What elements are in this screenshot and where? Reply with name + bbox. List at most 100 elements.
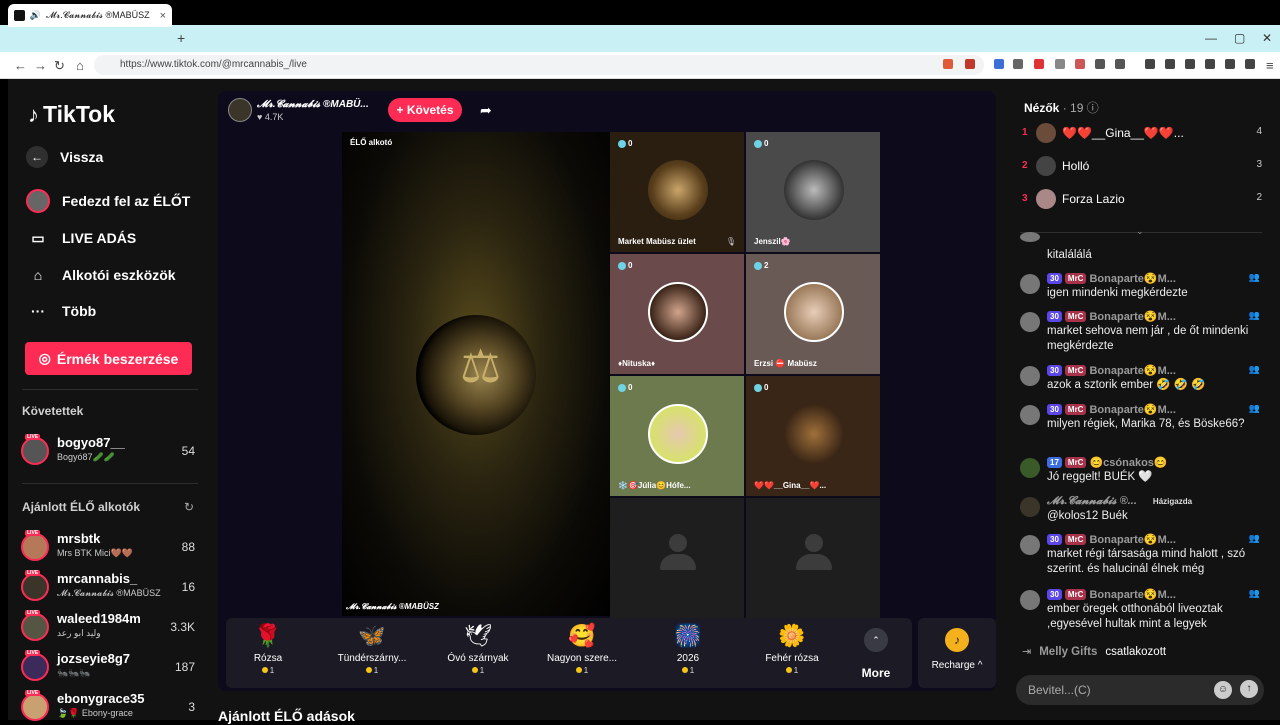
media-icon[interactable] [1165, 59, 1175, 69]
viewer-score: 2 [1256, 192, 1262, 203]
avatar [21, 653, 49, 681]
follow-button[interactable]: + Követés [388, 98, 462, 122]
url-field[interactable]: https://www.tiktok.com/@mrcannabis_/live [94, 55, 984, 75]
forward-arrow-icon[interactable]: → [34, 58, 47, 73]
avatar [21, 573, 49, 601]
send-icon[interactable]: ↑ [1240, 680, 1258, 698]
nav-go-live[interactable]: ▭ LIVE ADÁS [26, 226, 136, 250]
divider [22, 389, 198, 390]
guest-tile[interactable]: 2 Erzsi ⛔ Mabüsz [746, 254, 880, 374]
live-badge: LIVE [25, 434, 41, 440]
top-viewer-row[interactable]: 2 Holló 3 [1022, 155, 1266, 179]
close-window-icon[interactable]: ✕ [1262, 31, 1272, 45]
chat-tags: 30 MrC Bonaparte😵M... [1047, 272, 1261, 285]
share-icon[interactable]: ➦ [480, 102, 492, 119]
empty-guest-slot[interactable] [610, 498, 744, 618]
coin-icon: ♪ [945, 628, 969, 652]
mic-user-icon: 👥 [1248, 272, 1260, 282]
expand-chevron-icon[interactable]: ⌄ [1136, 226, 1144, 237]
puzzle-icon[interactable] [1095, 59, 1105, 69]
suggested-item[interactable]: LIVE jozseyie8g7 🐜🐜🐜 187 [21, 650, 197, 685]
top-viewer-row[interactable]: 3 Forza Lazio 2 [1022, 188, 1266, 212]
host-avatar[interactable] [228, 98, 252, 122]
screenshot-icon[interactable] [1115, 59, 1125, 69]
chat-message[interactable]: 𝓜𝓻.𝓒𝓪𝓷𝓷𝓪𝓫𝓲𝓼 ®... Házigazda @kolos12 Buék [1020, 495, 1268, 525]
creator-nickname: Mrs BTK Mici🤎🤎 [57, 548, 133, 558]
sidebar-icon[interactable] [1185, 59, 1195, 69]
reload-icon[interactable]: ↻ [54, 58, 65, 74]
tab-close-icon[interactable]: × [160, 10, 166, 22]
avatar [1020, 232, 1040, 242]
chat-message[interactable]: 30 MrC Bonaparte😵M... 👥 market sehova nem … [1020, 310, 1268, 354]
chat-message[interactable]: 17 MrC 😊csónakos😊 Jó reggelt! BUÉK 🤍 [1020, 456, 1268, 486]
guest-tile[interactable]: 0 Market Mabüsz üzlet 🎙 [610, 132, 744, 252]
following-item[interactable]: LIVE bogyo87__ Bogyó87🥒🥒 54 [21, 434, 197, 469]
refresh-icon[interactable]: ↻ [184, 500, 194, 514]
maximize-icon[interactable]: ▢ [1234, 31, 1245, 45]
suggested-item[interactable]: LIVE mrcannabis_ 𝓜𝓻.𝓒𝓪𝓷𝓷𝓪𝓫𝓲𝓼 ®MABÜSZ 16 [21, 570, 197, 605]
nav-creator-tools[interactable]: ⌂ Alkotói eszközök [26, 263, 176, 287]
love-face-icon: 🥰 [568, 623, 596, 648]
back-arrow-icon[interactable]: ← [14, 58, 27, 73]
viewer-count: 3.3K [170, 620, 195, 634]
vpn-icon[interactable] [1225, 59, 1235, 69]
chat-message[interactable]: 30 MrC Bonaparte😵M... 👥 milyen régiek, Mar… [1020, 403, 1268, 447]
guest-tile[interactable]: 0 ❤️❤️__Gina__❤️... [746, 376, 880, 496]
menu-icon[interactable]: ≡ [1266, 58, 1274, 73]
chat-text: kitalálálá [1047, 249, 1092, 261]
gift-item[interactable]: 🎆 2026 1 [638, 622, 738, 686]
join-user[interactable]: Melly Gifts [1039, 646, 1097, 658]
join-notice: ⇥ Melly Gifts csatlakozott [1022, 645, 1166, 659]
hls-extension-icon[interactable] [1034, 59, 1044, 69]
avatar [1020, 312, 1040, 332]
host-likes: ♥ 4.7K [257, 112, 284, 122]
emoji-icon[interactable]: ☺ [1214, 681, 1232, 699]
chat-message[interactable]: 30 MrC Bonaparte😵M... 👥 market régi társas… [1020, 533, 1268, 579]
download-icon[interactable] [1145, 59, 1155, 69]
minimize-icon[interactable]: — [1205, 31, 1217, 45]
gift-item[interactable]: 🕊 Óvó szárnyak 1 [428, 622, 528, 686]
help-icon[interactable]: ⓘ [1087, 101, 1099, 115]
guest-tile[interactable]: 0 ♦Nituska♦ [610, 254, 744, 374]
tiktok-logo[interactable]: ♪ TikTok [28, 101, 115, 128]
avatar [1036, 156, 1056, 176]
host-name[interactable]: 𝓜𝓻.𝓒𝓪𝓷𝓷𝓪𝓫𝓲𝓼 ®MABÜ... [257, 99, 369, 110]
top-viewer-row[interactable]: 1 ❤️❤️__Gina__❤️❤️... 4 [1022, 122, 1266, 146]
suggested-item[interactable]: LIVE mrsbtk Mrs BTK Mici🤎🤎 88 [21, 530, 197, 565]
viewers-header[interactable]: Nézők · 19 ⓘ [1024, 99, 1099, 116]
translate-extension-icon[interactable] [994, 59, 1004, 69]
back-link[interactable]: ← Vissza [26, 146, 103, 168]
more-gifts-button[interactable]: ⌃ More [852, 624, 900, 684]
new-tab-icon[interactable]: + [177, 30, 185, 46]
guest-tile[interactable]: 0 ❄️🎯Júlia😊Hófe... [610, 376, 744, 496]
home-icon[interactable]: ⌂ [76, 58, 84, 73]
gift-item[interactable]: 🌼 Fehér rózsa 1 [742, 622, 842, 686]
gift-item[interactable]: 🦋 Tündérszárny... 1 [322, 622, 422, 686]
chat-message[interactable]: 30 MrC Bonaparte😵M... 👥 azok a sztorik emb… [1020, 364, 1268, 394]
avatar-icon [26, 189, 50, 213]
brave-rewards-icon[interactable] [965, 59, 975, 69]
get-coins-button[interactable]: ◎ Érmék beszerzése [25, 342, 192, 375]
guest-tile[interactable]: 0 Jenszil🌸 [746, 132, 880, 252]
chat-message[interactable]: 30 MrC Bonaparte😵M... 👥 ember öregek ottho… [1020, 588, 1268, 634]
avatar [1020, 274, 1040, 294]
browser-tab[interactable]: 🔊 𝓜𝓻.𝓒𝓪𝓷𝓷𝓪𝓫𝓲𝓼 ®MABÜSZ × [8, 4, 172, 27]
gift-item[interactable]: 🌹 Rózsa 1 [218, 622, 318, 686]
recharge-button[interactable]: ♪ Recharge ^ [918, 618, 996, 688]
gift-item[interactable]: 🥰 Nagyon szere... 1 [532, 622, 632, 686]
viewer-name: ❤️❤️__Gina__❤️❤️... [1062, 126, 1184, 140]
chevron-up-icon: ⌃ [864, 628, 888, 652]
nav-more[interactable]: ··· Több [26, 299, 96, 323]
extension-icon[interactable] [1013, 59, 1023, 69]
tiktok-favicon-icon [14, 10, 25, 21]
shield-icon[interactable] [1245, 59, 1255, 69]
main-video-caption: 𝓜𝓻.𝓒𝓪𝓷𝓷𝓪𝓫𝓲𝓼 ®MABÜSZ [346, 602, 439, 611]
extension-icon[interactable] [1075, 59, 1085, 69]
empty-guest-slot[interactable] [746, 498, 880, 618]
extension-icon[interactable] [1055, 59, 1065, 69]
wallet-icon[interactable] [1205, 59, 1215, 69]
nav-explore-live[interactable]: Fedezd fel az ÉLŐT [26, 189, 190, 213]
suggested-item[interactable]: LIVE waleed1984m وليد ابو رعد 3.3K [21, 610, 197, 645]
brave-shield-icon[interactable] [943, 59, 953, 69]
chat-message[interactable]: 30 MrC Bonaparte😵M... 👥 igen mindenki megk… [1020, 272, 1268, 302]
